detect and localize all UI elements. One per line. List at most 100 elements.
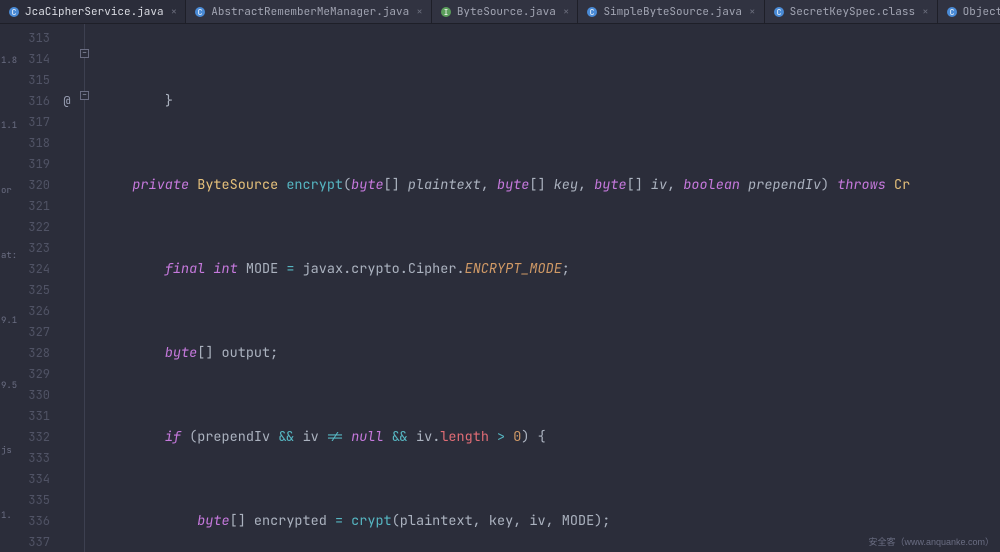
line-number: 314 xyxy=(0,49,50,70)
tab-bytesource[interactable]: I ByteSource.java × xyxy=(432,0,579,23)
line-number: 332 xyxy=(0,427,50,448)
code-line: byte[] encrypted = crypt(plaintext, key,… xyxy=(100,511,1000,532)
code-line xyxy=(100,49,1000,70)
gutter-annotation xyxy=(56,343,78,364)
line-number: 320 xyxy=(0,175,50,196)
java-class-icon: C xyxy=(194,6,206,18)
java-class-icon: C xyxy=(8,6,20,18)
svg-text:C: C xyxy=(776,8,781,18)
code-editor[interactable]: 3133143153163173183193203213223233243253… xyxy=(0,24,1000,552)
close-icon[interactable]: × xyxy=(922,5,929,19)
tab-label: JcaCipherService.java xyxy=(25,5,164,19)
fold-open-icon[interactable]: – xyxy=(80,91,89,100)
line-number: 336 xyxy=(0,511,50,532)
svg-text:C: C xyxy=(198,8,203,18)
gutter-annotation xyxy=(56,154,78,175)
gutter-annotation xyxy=(56,28,78,49)
line-number: 329 xyxy=(0,364,50,385)
watermark-text: 安全客（www.anquanke.com） xyxy=(868,535,994,548)
code-line: final int MODE = javax.crypto.Cipher.ENC… xyxy=(100,259,1000,280)
line-number: 330 xyxy=(0,385,50,406)
gutter-annotation xyxy=(56,532,78,552)
line-number: 318 xyxy=(0,133,50,154)
gutter-annotation xyxy=(56,112,78,133)
line-number: 333 xyxy=(0,448,50,469)
tab-label: SimpleByteSource.java xyxy=(603,5,742,19)
java-class-icon: C xyxy=(773,6,785,18)
close-icon[interactable]: × xyxy=(171,5,178,19)
gutter-annotation xyxy=(56,490,78,511)
gutter-annotation xyxy=(56,364,78,385)
line-number: 331 xyxy=(0,406,50,427)
gutter-annotation xyxy=(56,448,78,469)
code-line xyxy=(100,385,1000,406)
tab-label: AbstractRememberMeManager.java xyxy=(211,5,409,19)
gutter-annotation xyxy=(56,217,78,238)
gutter-annotation xyxy=(56,196,78,217)
line-number: 325 xyxy=(0,280,50,301)
java-interface-icon: I xyxy=(440,6,452,18)
tab-simplebytesource[interactable]: C SimpleByteSource.java × xyxy=(578,0,764,23)
gutter-annotation xyxy=(56,385,78,406)
gutter-annotation xyxy=(56,49,78,70)
code-line xyxy=(100,217,1000,238)
gutter-annotation xyxy=(56,259,78,280)
gutter-annotation xyxy=(56,133,78,154)
line-number: 322 xyxy=(0,217,50,238)
code-area[interactable]: } private ByteSource encrypt(byte[] plai… xyxy=(92,24,1000,552)
line-number: 313 xyxy=(0,28,50,49)
tab-jcacipherservice[interactable]: C JcaCipherService.java × xyxy=(0,0,186,23)
fold-close-icon[interactable]: – xyxy=(80,49,89,58)
gutter-annotation xyxy=(56,238,78,259)
gutter-annotation xyxy=(56,301,78,322)
line-number: 316 xyxy=(0,91,50,112)
code-line xyxy=(100,133,1000,154)
line-number: 334 xyxy=(0,469,50,490)
line-number: 335 xyxy=(0,490,50,511)
line-number: 315 xyxy=(0,70,50,91)
gutter-annotation xyxy=(56,280,78,301)
line-number: 326 xyxy=(0,301,50,322)
line-number: 323 xyxy=(0,238,50,259)
close-icon[interactable]: × xyxy=(563,5,570,19)
line-number-gutter: 3133143153163173183193203213223233243253… xyxy=(0,24,56,552)
code-line: } xyxy=(100,91,1000,112)
annotation-gutter: @ xyxy=(56,24,78,552)
tab-abstractremembermemanager[interactable]: C AbstractRememberMeManager.java × xyxy=(186,0,432,23)
svg-text:C: C xyxy=(12,8,17,18)
close-icon[interactable]: × xyxy=(416,5,423,19)
line-number: 327 xyxy=(0,322,50,343)
gutter-annotation xyxy=(56,322,78,343)
svg-text:C: C xyxy=(949,8,954,18)
line-number: 337 xyxy=(0,532,50,552)
svg-text:I: I xyxy=(443,8,448,18)
line-number: 319 xyxy=(0,154,50,175)
gutter-annotation: @ xyxy=(56,91,78,112)
tab-secretkeyspec[interactable]: C SecretKeySpec.class × xyxy=(765,0,938,23)
gutter-annotation xyxy=(56,511,78,532)
code-line: if (prependIv && iv != null && iv.length… xyxy=(100,427,1000,448)
java-class-icon: C xyxy=(946,6,958,18)
tab-label: Object.java xyxy=(963,5,1000,19)
code-line: private ByteSource encrypt(byte[] plaint… xyxy=(100,175,1000,196)
gutter-annotation xyxy=(56,406,78,427)
gutter-annotation xyxy=(56,427,78,448)
tab-object[interactable]: C Object.java × xyxy=(938,0,1000,23)
code-line: byte[] output; xyxy=(100,343,1000,364)
gutter-annotation xyxy=(56,175,78,196)
tab-label: ByteSource.java xyxy=(457,5,556,19)
line-number: 317 xyxy=(0,112,50,133)
code-line xyxy=(100,469,1000,490)
close-icon[interactable]: × xyxy=(749,5,756,19)
svg-text:C: C xyxy=(590,8,595,18)
gutter-annotation xyxy=(56,70,78,91)
tab-label: SecretKeySpec.class xyxy=(790,5,915,19)
fold-gutter: – – xyxy=(78,24,92,552)
editor-tabs: C JcaCipherService.java × C AbstractReme… xyxy=(0,0,1000,24)
gutter-annotation xyxy=(56,469,78,490)
line-number: 324 xyxy=(0,259,50,280)
java-class-icon: C xyxy=(586,6,598,18)
code-line xyxy=(100,301,1000,322)
line-number: 321 xyxy=(0,196,50,217)
line-number: 328 xyxy=(0,343,50,364)
